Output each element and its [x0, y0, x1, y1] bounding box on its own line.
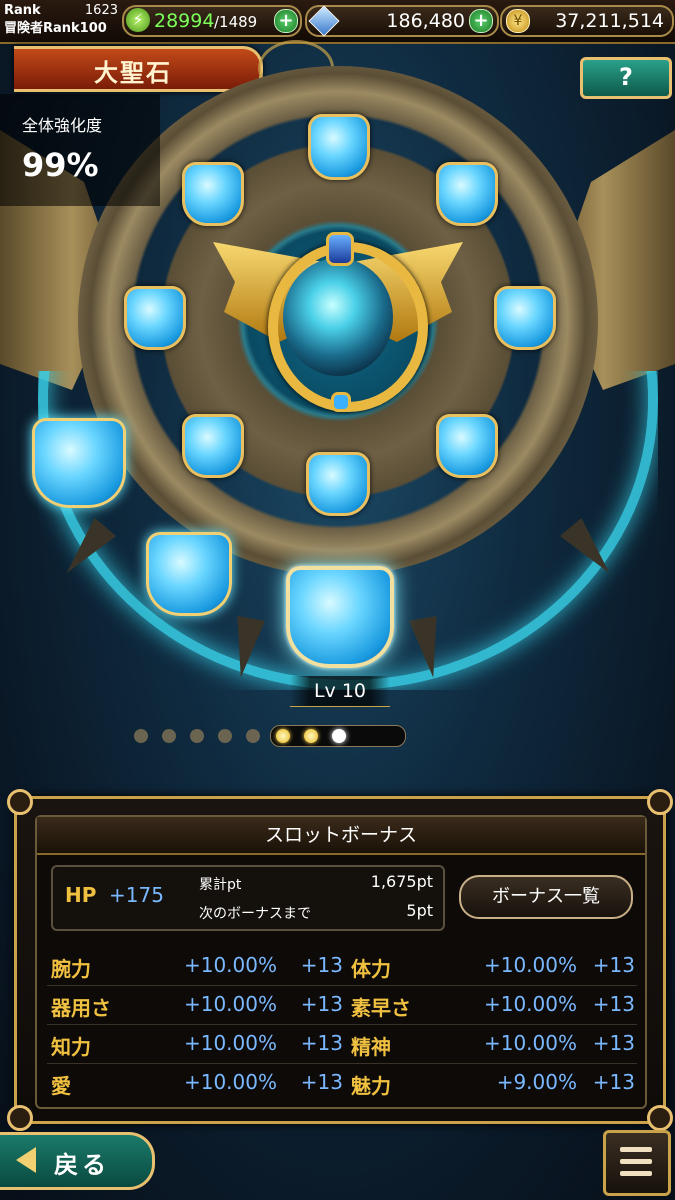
stat-percent: +9.00%: [496, 1070, 577, 1094]
page-indicator: [130, 725, 406, 747]
page-title-plate: 大聖石: [14, 46, 263, 92]
next-bonus-value: 5pt: [406, 901, 433, 920]
stat-percent: +10.00%: [183, 1031, 277, 1055]
slot-bonus-inner: スロットボーナス HP +175 累計pt 1,675pt 次のボーナスまで 5…: [35, 815, 647, 1109]
outer-slot-gem-1[interactable]: [32, 418, 126, 508]
great-holystone-crest[interactable]: [213, 212, 463, 412]
outer-slot-gem-selected[interactable]: [286, 566, 394, 668]
stat-row: 器用さ +10.00% +13 素早さ +10.00% +13: [47, 986, 637, 1025]
stat-percent: +10.00%: [483, 953, 577, 977]
stat-name: 魅力: [351, 1074, 391, 1098]
rank-value: 1623: [84, 3, 118, 18]
menu-button[interactable]: [603, 1130, 671, 1196]
slot-gem-right[interactable]: [494, 286, 556, 350]
slot-bonus-panel: スロットボーナス HP +175 累計pt 1,675pt 次のボーナスまで 5…: [7, 789, 673, 1131]
hamburger-icon: [620, 1159, 652, 1164]
corner-ornament: [647, 789, 673, 815]
adventurer-rank: 冒険者Rank100: [4, 21, 107, 36]
page-dot[interactable]: [218, 729, 232, 743]
back-button-label: 戻る: [54, 1151, 110, 1179]
lightning-icon: ⚡: [126, 8, 150, 32]
back-arrow-icon: [16, 1147, 36, 1173]
rank-label: Rank: [4, 3, 41, 18]
overall-value: 99%: [22, 146, 99, 184]
add-stamina-button[interactable]: +: [274, 9, 298, 33]
coin-icon: ¥: [506, 9, 530, 33]
hp-label: HP: [65, 883, 97, 907]
slot-gem-top[interactable]: [308, 114, 370, 180]
stat-name: 精神: [351, 1035, 391, 1059]
page-dot[interactable]: [134, 729, 148, 743]
add-gems-button[interactable]: +: [469, 9, 493, 33]
stat-flat: +13: [300, 953, 343, 977]
page-dot-filled[interactable]: [276, 729, 290, 743]
stat-name: 腕力: [51, 957, 91, 981]
total-pt-label: 累計pt: [199, 877, 242, 893]
crest-bottom-gem: [331, 392, 351, 412]
total-pt-value: 1,675pt: [370, 872, 433, 891]
page-dot-current[interactable]: [332, 729, 346, 743]
stat-flat: +13: [592, 992, 635, 1016]
stamina-max: /1489: [214, 13, 258, 31]
stat-flat: +13: [592, 953, 635, 977]
stat-flat: +13: [300, 1031, 343, 1055]
crystal-orb: [283, 258, 393, 376]
hamburger-icon: [620, 1171, 652, 1176]
corner-ornament: [7, 1105, 33, 1131]
bonus-list-button[interactable]: ボーナス一覧: [459, 875, 633, 919]
slot-gem-lower-right[interactable]: [436, 414, 498, 478]
help-button[interactable]: ?: [580, 57, 672, 99]
slot-gem-left[interactable]: [124, 286, 186, 350]
stamina-counter: ⚡ 28994 /1489 +: [122, 5, 302, 37]
stat-row: 知力 +10.00% +13 精神 +10.00% +13: [47, 1025, 637, 1064]
stat-name: 体力: [351, 957, 391, 981]
stat-row: 愛 +10.00% +13 魅力 +9.00% +13: [47, 1064, 637, 1102]
corner-ornament: [647, 1105, 673, 1131]
hp-bonus-box: HP +175 累計pt 1,675pt 次のボーナスまで 5pt: [51, 865, 445, 931]
stat-percent: +10.00%: [483, 1031, 577, 1055]
stat-name: 愛: [51, 1074, 71, 1098]
page-dot[interactable]: [190, 729, 204, 743]
slot-gem-lower-left[interactable]: [182, 414, 244, 478]
back-button[interactable]: 戻る: [0, 1132, 155, 1190]
stat-name: 器用さ: [51, 996, 111, 1020]
rank-box: Rank 1623 冒険者Rank100: [4, 2, 120, 38]
gold-counter: ¥ 37,211,514: [500, 5, 674, 37]
outer-slot-gem-2[interactable]: [146, 532, 232, 616]
crest-top-gem: [326, 232, 354, 266]
stat-name: 知力: [51, 1035, 91, 1059]
page-dot-filled[interactable]: [304, 729, 318, 743]
hamburger-icon: [620, 1147, 652, 1152]
gem-count: 186,480: [386, 10, 465, 32]
stat-percent: +10.00%: [183, 953, 277, 977]
stat-row: 腕力 +10.00% +13 体力 +10.00% +13: [47, 947, 637, 986]
gold-count: 37,211,514: [555, 10, 664, 32]
stat-flat: +13: [300, 992, 343, 1016]
diamond-icon: [308, 5, 340, 37]
stat-flat: +13: [300, 1070, 343, 1094]
stat-flat: +13: [592, 1031, 635, 1055]
page-dot[interactable]: [246, 729, 260, 743]
slot-level: Lv 10: [290, 676, 390, 707]
slot-bonus-heading: スロットボーナス: [37, 817, 645, 855]
page-title: 大聖石: [94, 59, 172, 87]
stat-percent: +10.00%: [483, 992, 577, 1016]
overall-label: 全体強化度: [22, 116, 103, 135]
top-status-bar: Rank 1623 冒険者Rank100 ⚡ 28994 /1489 + 186…: [0, 0, 675, 44]
slot-gem-upper-left[interactable]: [182, 162, 244, 226]
overall-enhancement-panel: 全体強化度 99%: [0, 94, 160, 206]
corner-ornament: [7, 789, 33, 815]
page-dot[interactable]: [162, 729, 176, 743]
slot-gem-bottom[interactable]: [306, 452, 370, 516]
stat-name: 素早さ: [351, 996, 411, 1020]
stat-flat: +13: [592, 1070, 635, 1094]
gem-counter: 186,480 +: [305, 5, 499, 37]
stat-percent: +10.00%: [183, 992, 277, 1016]
next-bonus-label: 次のボーナスまで: [199, 906, 311, 922]
stamina-current: 28994: [154, 10, 215, 32]
hp-value: +175: [109, 883, 164, 907]
stat-percent: +10.00%: [183, 1070, 277, 1094]
slot-gem-upper-right[interactable]: [436, 162, 498, 226]
